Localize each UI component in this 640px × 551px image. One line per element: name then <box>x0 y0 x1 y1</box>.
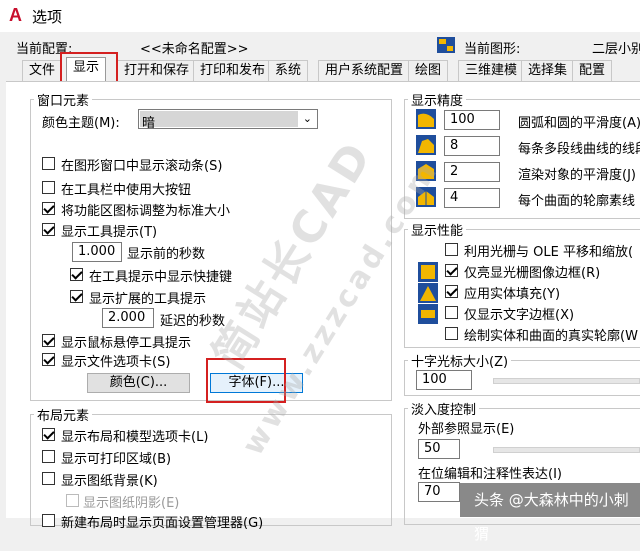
crosshair-input[interactable]: 100 <box>416 370 472 390</box>
arc-smoothness-input[interactable]: 100 <box>444 110 500 130</box>
file-tabs-checkbox[interactable] <box>42 353 55 366</box>
layout-tabs-checkbox[interactable] <box>42 428 55 441</box>
tab-user-preferences[interactable]: 用户系统配置 <box>318 60 411 81</box>
color-theme-label: 颜色主题(M): <box>42 116 120 131</box>
arc-smoothness-label: 圆弧和圆的平滑度(A) <box>518 116 640 131</box>
raster-pan-zoom-label: 利用光栅与 OLE 平移和缩放( <box>464 245 634 260</box>
tooltip-delay-input[interactable]: 1.000 <box>72 242 122 262</box>
current-drawing-value: 二层小别 <box>592 42 640 57</box>
page-setup-checkbox[interactable] <box>42 514 55 527</box>
drawing-icon <box>437 37 455 53</box>
tab-3d-modeling[interactable]: 三维建模 <box>458 60 525 81</box>
large-buttons-checkbox[interactable] <box>42 181 55 194</box>
tab-open-save[interactable]: 打开和保存 <box>117 60 197 81</box>
rollover-checkbox[interactable] <box>42 334 55 347</box>
colors-button[interactable]: 颜色(C)... <box>87 373 190 393</box>
scrollbars-label: 在图形窗口中显示滚动条(S) <box>61 159 223 174</box>
text-frame-label: 仅显示文字边框(X) <box>464 308 575 323</box>
current-config-value: <<未命名配置>> <box>140 42 249 57</box>
color-theme-highlight <box>140 111 298 127</box>
printable-area-label: 显示可打印区域(B) <box>61 452 172 467</box>
rollover-label: 显示鼠标悬停工具提示 <box>61 336 192 351</box>
printable-area-checkbox[interactable] <box>42 450 55 463</box>
tab-files[interactable]: 文件 <box>22 60 63 81</box>
layout-tabs-label: 显示布局和模型选项卡(L) <box>61 430 209 445</box>
polyline-segments-input[interactable]: 8 <box>444 136 500 156</box>
source-badge: 头条 @大森林中的小刺猬 <box>460 483 640 543</box>
chevron-down-icon: ⌄ <box>302 112 312 125</box>
text-frame-checkbox[interactable] <box>445 306 458 319</box>
tooltips-checkbox[interactable] <box>42 223 55 236</box>
paper-shadow-checkbox[interactable] <box>66 494 79 507</box>
solid-fill-checkbox[interactable] <box>445 285 458 298</box>
file-tabs-label: 显示文件选项卡(S) <box>61 355 171 370</box>
paper-background-checkbox[interactable] <box>42 472 55 485</box>
inplace-edit-input[interactable]: 70 <box>418 482 460 502</box>
window-title: 选项 <box>32 8 63 26</box>
true-silhouettes-label: 绘制实体和曲面的真实轮廓(W <box>464 329 638 344</box>
paper-shadow-label: 显示图纸阴影(E) <box>83 496 180 511</box>
tab-profiles[interactable]: 配置 <box>572 60 613 81</box>
polyline-segments-label: 每条多段线曲线的线段数 <box>518 142 640 157</box>
render-smoothness-label: 渲染对象的平滑度(J) <box>518 168 636 183</box>
render-smoothness-input[interactable]: 2 <box>444 162 500 182</box>
xref-display-input[interactable]: 50 <box>418 439 460 459</box>
page-setup-label: 新建布局时显示页面设置管理器(G) <box>61 516 264 531</box>
raster-pan-zoom-checkbox[interactable] <box>445 243 458 256</box>
extended-tooltips-label: 显示扩展的工具提示 <box>89 292 207 307</box>
title-bar <box>0 0 640 32</box>
tooltip-delay-label: 显示前的秒数 <box>127 247 206 262</box>
contour-lines-input[interactable]: 4 <box>444 188 500 208</box>
display-resolution-title: 显示精度 <box>408 90 467 109</box>
solid-fill-icon <box>418 283 438 303</box>
large-buttons-label: 在工具栏中使用大按钮 <box>61 183 192 198</box>
xref-display-slider[interactable] <box>493 447 640 453</box>
polyline-segments-icon <box>416 135 436 155</box>
raster-frame-icon <box>418 262 438 282</box>
arc-smoothness-icon <box>416 109 436 129</box>
solid-fill-label: 应用实体填充(Y) <box>464 287 561 302</box>
tab-plot-publish[interactable]: 打印和发布 <box>193 60 273 81</box>
text-frame-icon <box>418 304 438 324</box>
scrollbars-checkbox[interactable] <box>42 157 55 170</box>
paper-background-label: 显示图纸背景(K) <box>61 474 158 489</box>
true-silhouettes-checkbox[interactable] <box>445 327 458 340</box>
display-performance-title: 显示性能 <box>408 220 467 239</box>
crosshair-title: 十字光标大小(Z) <box>408 351 512 370</box>
ribbon-icons-label: 将功能区图标调整为标准大小 <box>61 204 231 219</box>
extended-tooltips-checkbox[interactable] <box>70 290 83 303</box>
raster-frame-label: 仅亮显光栅图像边框(R) <box>464 266 601 281</box>
tooltips-label: 显示工具提示(T) <box>61 225 158 240</box>
current-drawing-label: 当前图形: <box>464 42 521 57</box>
raster-frame-checkbox[interactable] <box>445 264 458 277</box>
shortcut-keys-label: 在工具提示中显示快捷键 <box>89 270 233 285</box>
layout-elements-title: 布局元素 <box>34 405 93 424</box>
autocad-logo-icon: A <box>9 5 22 25</box>
shortcut-keys-checkbox[interactable] <box>70 268 83 281</box>
extended-delay-input[interactable]: 2.000 <box>102 308 154 328</box>
xref-display-label: 外部参照显示(E) <box>418 422 515 437</box>
window-elements-title: 窗口元素 <box>34 90 93 109</box>
tab-system[interactable]: 系统 <box>268 60 309 81</box>
ribbon-icons-checkbox[interactable] <box>42 202 55 215</box>
fade-control-title: 淡入度控制 <box>408 399 480 418</box>
crosshair-slider[interactable] <box>493 378 640 384</box>
contour-lines-label: 每个曲面的轮廓素线 <box>518 194 636 209</box>
tab-drafting[interactable]: 绘图 <box>408 60 449 81</box>
tab-selection[interactable]: 选择集 <box>521 60 575 81</box>
color-theme-selected: 暗 <box>142 116 156 131</box>
inplace-edit-label: 在位编辑和注释性表达(I) <box>418 467 562 482</box>
